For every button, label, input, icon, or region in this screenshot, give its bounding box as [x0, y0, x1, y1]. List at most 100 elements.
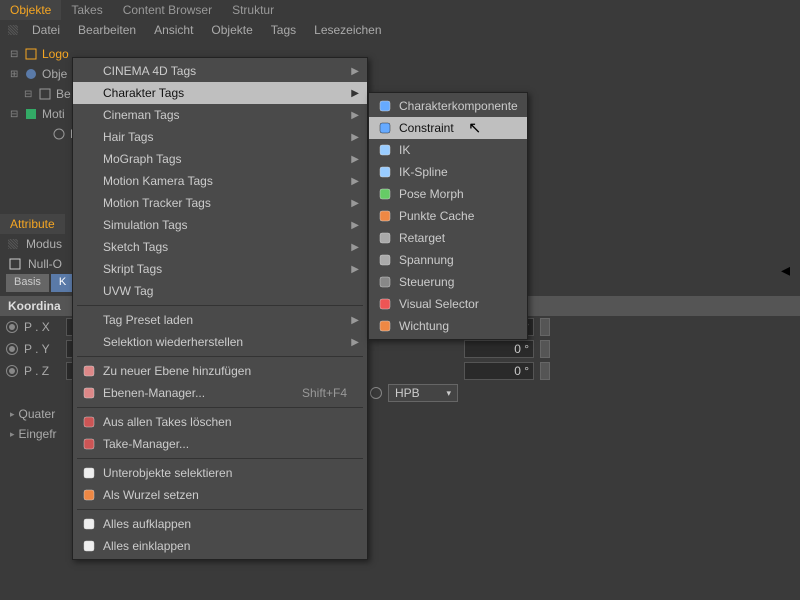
coord-input-ry[interactable]: 0 ° [464, 340, 534, 358]
menu-item[interactable]: Hair Tags▶ [73, 126, 367, 148]
menu-item-label: Charakter Tags [103, 86, 184, 100]
chevron-right-icon: ▸ [10, 429, 15, 440]
menu-item-label: Alles einklappen [103, 539, 190, 553]
blank-icon [81, 151, 97, 167]
submenu-arrow-icon: ▶ [351, 132, 359, 143]
tree-toggle-icon[interactable]: ⊟ [24, 89, 34, 100]
menu-item[interactable]: Take-Manager... [73, 433, 367, 455]
history-arrow-icon[interactable]: ◂ [781, 260, 790, 281]
menu-item[interactable]: Motion Tracker Tags▶ [73, 192, 367, 214]
cache-icon [377, 208, 393, 224]
menu-item[interactable]: Charakter Tags▶ [73, 82, 367, 104]
menu-item[interactable]: Motion Kamera Tags▶ [73, 170, 367, 192]
charakter-tags-submenu: CharakterkomponenteConstraintIKIK-Spline… [368, 92, 528, 340]
blank-icon [81, 195, 97, 211]
grip-icon [8, 239, 18, 249]
tree-toggle-icon[interactable]: ⊞ [10, 69, 20, 80]
submenu-item[interactable]: Pose Morph [369, 183, 527, 205]
menu-item[interactable]: Aus allen Takes löschen [73, 411, 367, 433]
submenu-item[interactable]: Charakterkomponente [369, 95, 527, 117]
menu-ansicht[interactable]: Ansicht [146, 21, 201, 39]
tab-objekte[interactable]: Objekte [0, 0, 61, 20]
menu-item[interactable]: Sketch Tags▶ [73, 236, 367, 258]
blank-icon [81, 217, 97, 233]
submenu-arrow-icon: ▶ [351, 110, 359, 121]
tree-label: Logo [42, 47, 69, 61]
menu-item[interactable]: Cineman Tags▶ [73, 104, 367, 126]
menu-item[interactable]: Zu neuer Ebene hinzufügen [73, 360, 367, 382]
menu-item[interactable]: Als Wurzel setzen [73, 484, 367, 506]
submenu-item[interactable]: Punkte Cache [369, 205, 527, 227]
menu-item[interactable]: Tag Preset laden▶ [73, 309, 367, 331]
take-mgr-icon [81, 436, 97, 452]
menu-datei[interactable]: Datei [24, 21, 68, 39]
tree-label: Moti [42, 107, 65, 121]
menu-item-label: Als Wurzel setzen [103, 488, 199, 502]
spinner[interactable] [540, 318, 550, 336]
menu-separator [77, 356, 363, 357]
submenu-arrow-icon: ▶ [351, 154, 359, 165]
menu-item[interactable]: CINEMA 4D Tags▶ [73, 60, 367, 82]
menu-item[interactable]: Alles einklappen [73, 535, 367, 557]
spinner[interactable] [540, 340, 550, 358]
menu-item-label: Simulation Tags [103, 218, 188, 232]
blank-icon [81, 107, 97, 123]
expand-icon [81, 516, 97, 532]
submenu-item[interactable]: IK [369, 139, 527, 161]
submenu-item[interactable]: Visual Selector [369, 293, 527, 315]
blank-icon [81, 239, 97, 255]
anim-radio[interactable] [370, 387, 382, 399]
submenu-item[interactable]: Constraint [369, 117, 527, 139]
tab-content-browser[interactable]: Content Browser [113, 0, 222, 20]
submenu-item[interactable]: Retarget [369, 227, 527, 249]
tab-struktur[interactable]: Struktur [222, 0, 284, 20]
submenu-item-label: Pose Morph [399, 187, 464, 201]
ik-icon [377, 142, 393, 158]
menu-lesezeichen[interactable]: Lesezeichen [306, 21, 389, 39]
chevron-right-icon: ▸ [10, 409, 15, 420]
subtab-koord[interactable]: K [51, 274, 74, 292]
menu-modus[interactable]: Modus [26, 237, 62, 251]
submenu-item[interactable]: Spannung [369, 249, 527, 271]
submenu-arrow-icon: ▶ [351, 220, 359, 231]
menu-item[interactable]: UVW Tag [73, 280, 367, 302]
menu-bearbeiten[interactable]: Bearbeiten [70, 21, 144, 39]
coord-label: P . X [24, 320, 60, 334]
submenu-item[interactable]: Steuerung [369, 271, 527, 293]
menu-item[interactable]: Selektion wiederherstellen▶ [73, 331, 367, 353]
ikspline-icon [377, 164, 393, 180]
anim-radio[interactable] [6, 343, 18, 355]
menu-item-label: Motion Tracker Tags [103, 196, 211, 210]
tree-toggle-icon[interactable]: ⊟ [10, 49, 20, 60]
spinner[interactable] [540, 362, 550, 380]
submenu-item[interactable]: IK-Spline [369, 161, 527, 183]
layer-mgr-icon [81, 385, 97, 401]
comp-icon [377, 98, 393, 114]
submenu-arrow-icon: ▶ [351, 66, 359, 77]
tree-toggle-icon[interactable]: ⊟ [10, 109, 20, 120]
menu-item[interactable]: MoGraph Tags▶ [73, 148, 367, 170]
grip-icon [8, 25, 18, 35]
coord-input-rz[interactable]: 0 ° [464, 362, 534, 380]
control-icon [377, 274, 393, 290]
menu-shortcut: Shift+F4 [302, 386, 347, 400]
menu-item[interactable]: Unterobjekte selektieren [73, 462, 367, 484]
object-manager-menubar: Datei Bearbeiten Ansicht Objekte Tags Le… [0, 20, 800, 40]
menu-objekte[interactable]: Objekte [203, 21, 260, 39]
menu-tags[interactable]: Tags [263, 21, 304, 39]
menu-item[interactable]: Simulation Tags ▶ [73, 214, 367, 236]
blank-icon [81, 261, 97, 277]
tab-takes[interactable]: Takes [61, 0, 112, 20]
anim-radio[interactable] [6, 365, 18, 377]
submenu-item-label: Visual Selector [399, 297, 479, 311]
menu-item[interactable]: Skript Tags▶ [73, 258, 367, 280]
tree-label: Obje [42, 67, 67, 81]
rotation-order-dropdown[interactable]: HPB ▾ [388, 384, 458, 402]
blank-icon [81, 173, 97, 189]
tab-attribute[interactable]: Attribute [0, 214, 65, 234]
submenu-item[interactable]: Wichtung [369, 315, 527, 337]
menu-item[interactable]: Alles aufklappen [73, 513, 367, 535]
menu-item[interactable]: Ebenen-Manager...Shift+F4 [73, 382, 367, 404]
anim-radio[interactable] [6, 321, 18, 333]
subtab-basis[interactable]: Basis [6, 274, 49, 292]
